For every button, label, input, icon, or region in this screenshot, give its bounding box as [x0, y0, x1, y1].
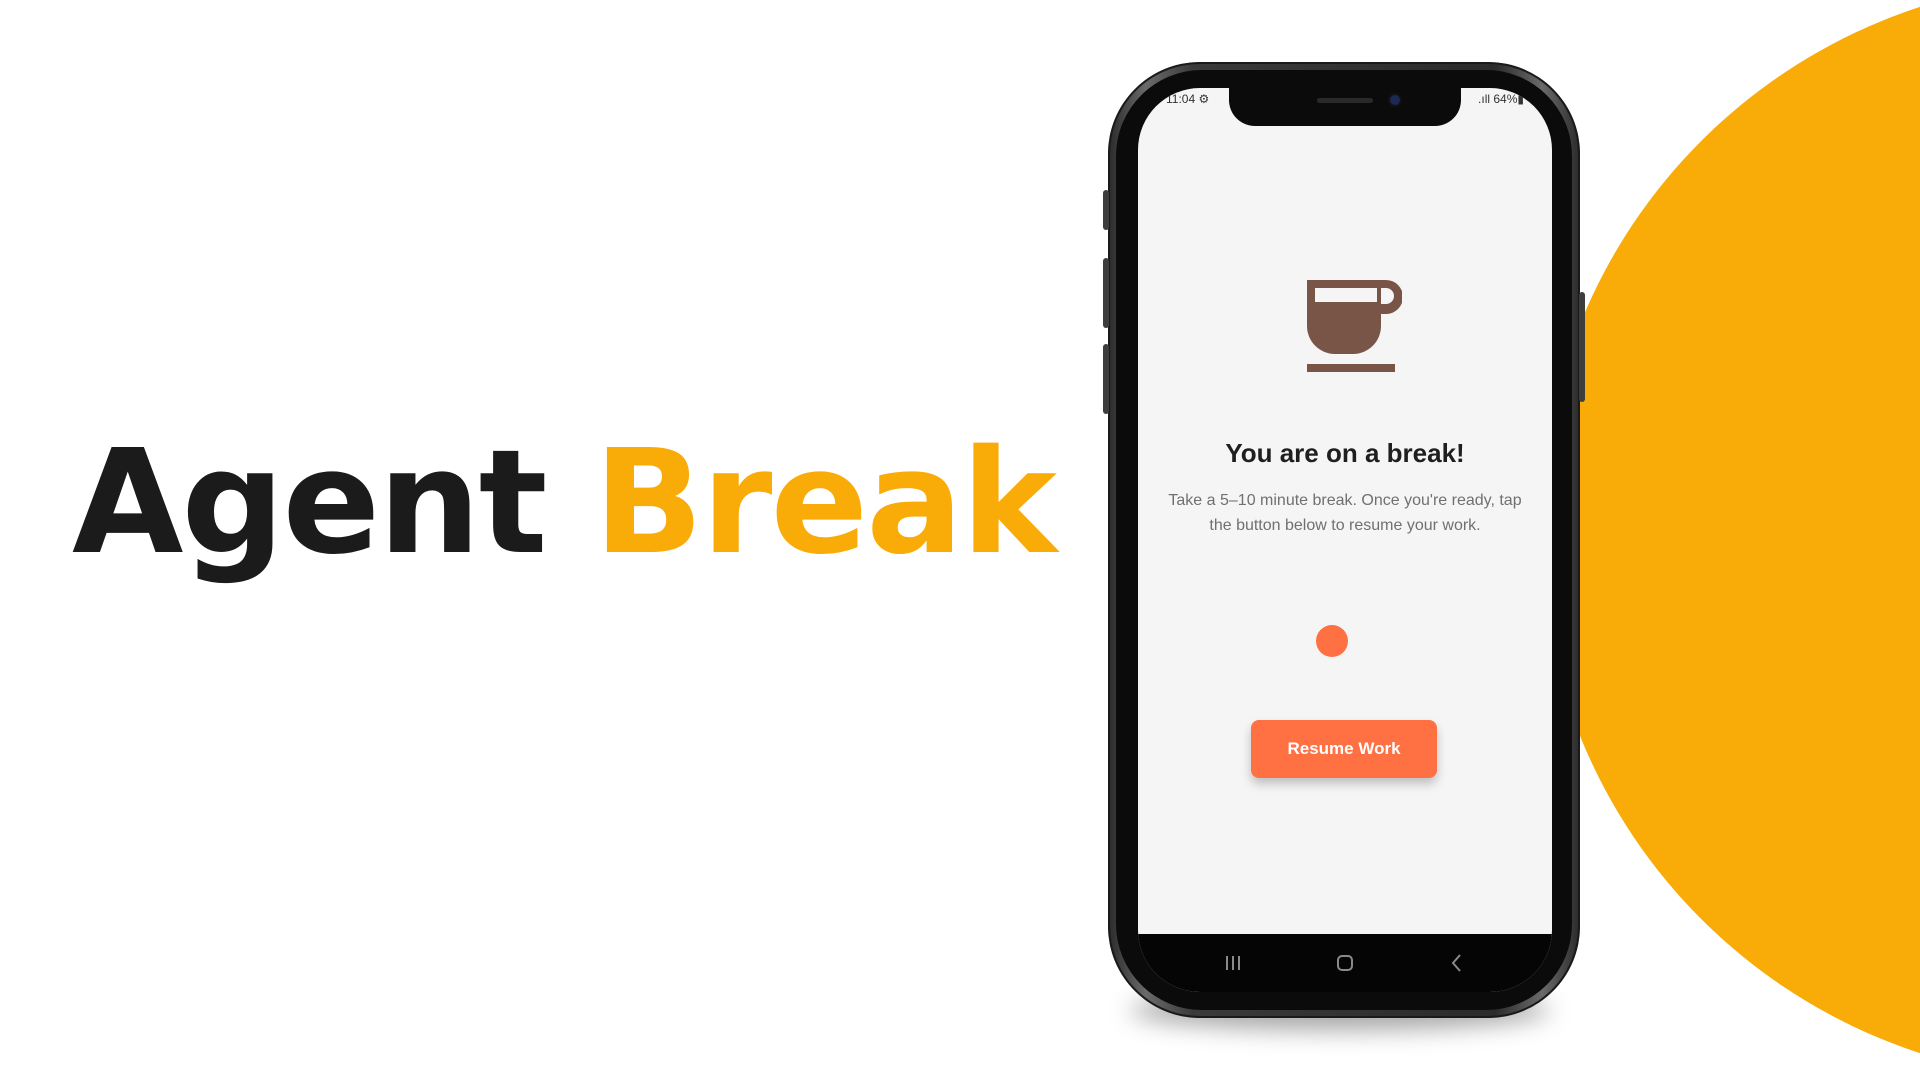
back-icon[interactable]	[1444, 950, 1470, 976]
break-description: Take a 5–10 minute break. Once you're re…	[1168, 492, 1522, 534]
break-title: You are on a break!	[1225, 438, 1465, 468]
phone-notch	[1229, 88, 1461, 126]
break-status-indicator	[1316, 625, 1348, 657]
speaker-grille	[1317, 98, 1373, 103]
coffee-cup-icon	[1307, 280, 1402, 372]
status-battery-signal: .ıll 64%▮	[1478, 92, 1524, 106]
phone-silent-switch	[1103, 190, 1109, 230]
headline-word-break: Break	[593, 418, 1057, 586]
headline-word-agent: Agent	[72, 418, 548, 586]
phone-mockup: 11:04 ⚙ .ıll 64%▮ You are on a break! Ta…	[1103, 62, 1585, 1018]
phone-screen: 11:04 ⚙ .ıll 64%▮ You are on a break! Ta…	[1138, 88, 1552, 992]
resume-work-button[interactable]: Resume Work	[1251, 720, 1437, 778]
slide-canvas: Agent Break 11:04 ⚙ .ıll 64%▮ You are on…	[0, 0, 1920, 1080]
phone-volume-up-button	[1103, 258, 1109, 328]
decorative-yellow-circle	[1540, 0, 1920, 1080]
front-camera	[1390, 95, 1400, 105]
home-icon[interactable]	[1332, 950, 1358, 976]
status-time: 11:04 ⚙	[1166, 92, 1210, 106]
slide-headline: Agent Break	[72, 430, 1057, 574]
phone-volume-down-button	[1103, 344, 1109, 414]
phone-power-button	[1579, 292, 1585, 402]
recent-apps-icon[interactable]	[1220, 950, 1246, 976]
android-nav-bar	[1138, 934, 1552, 992]
